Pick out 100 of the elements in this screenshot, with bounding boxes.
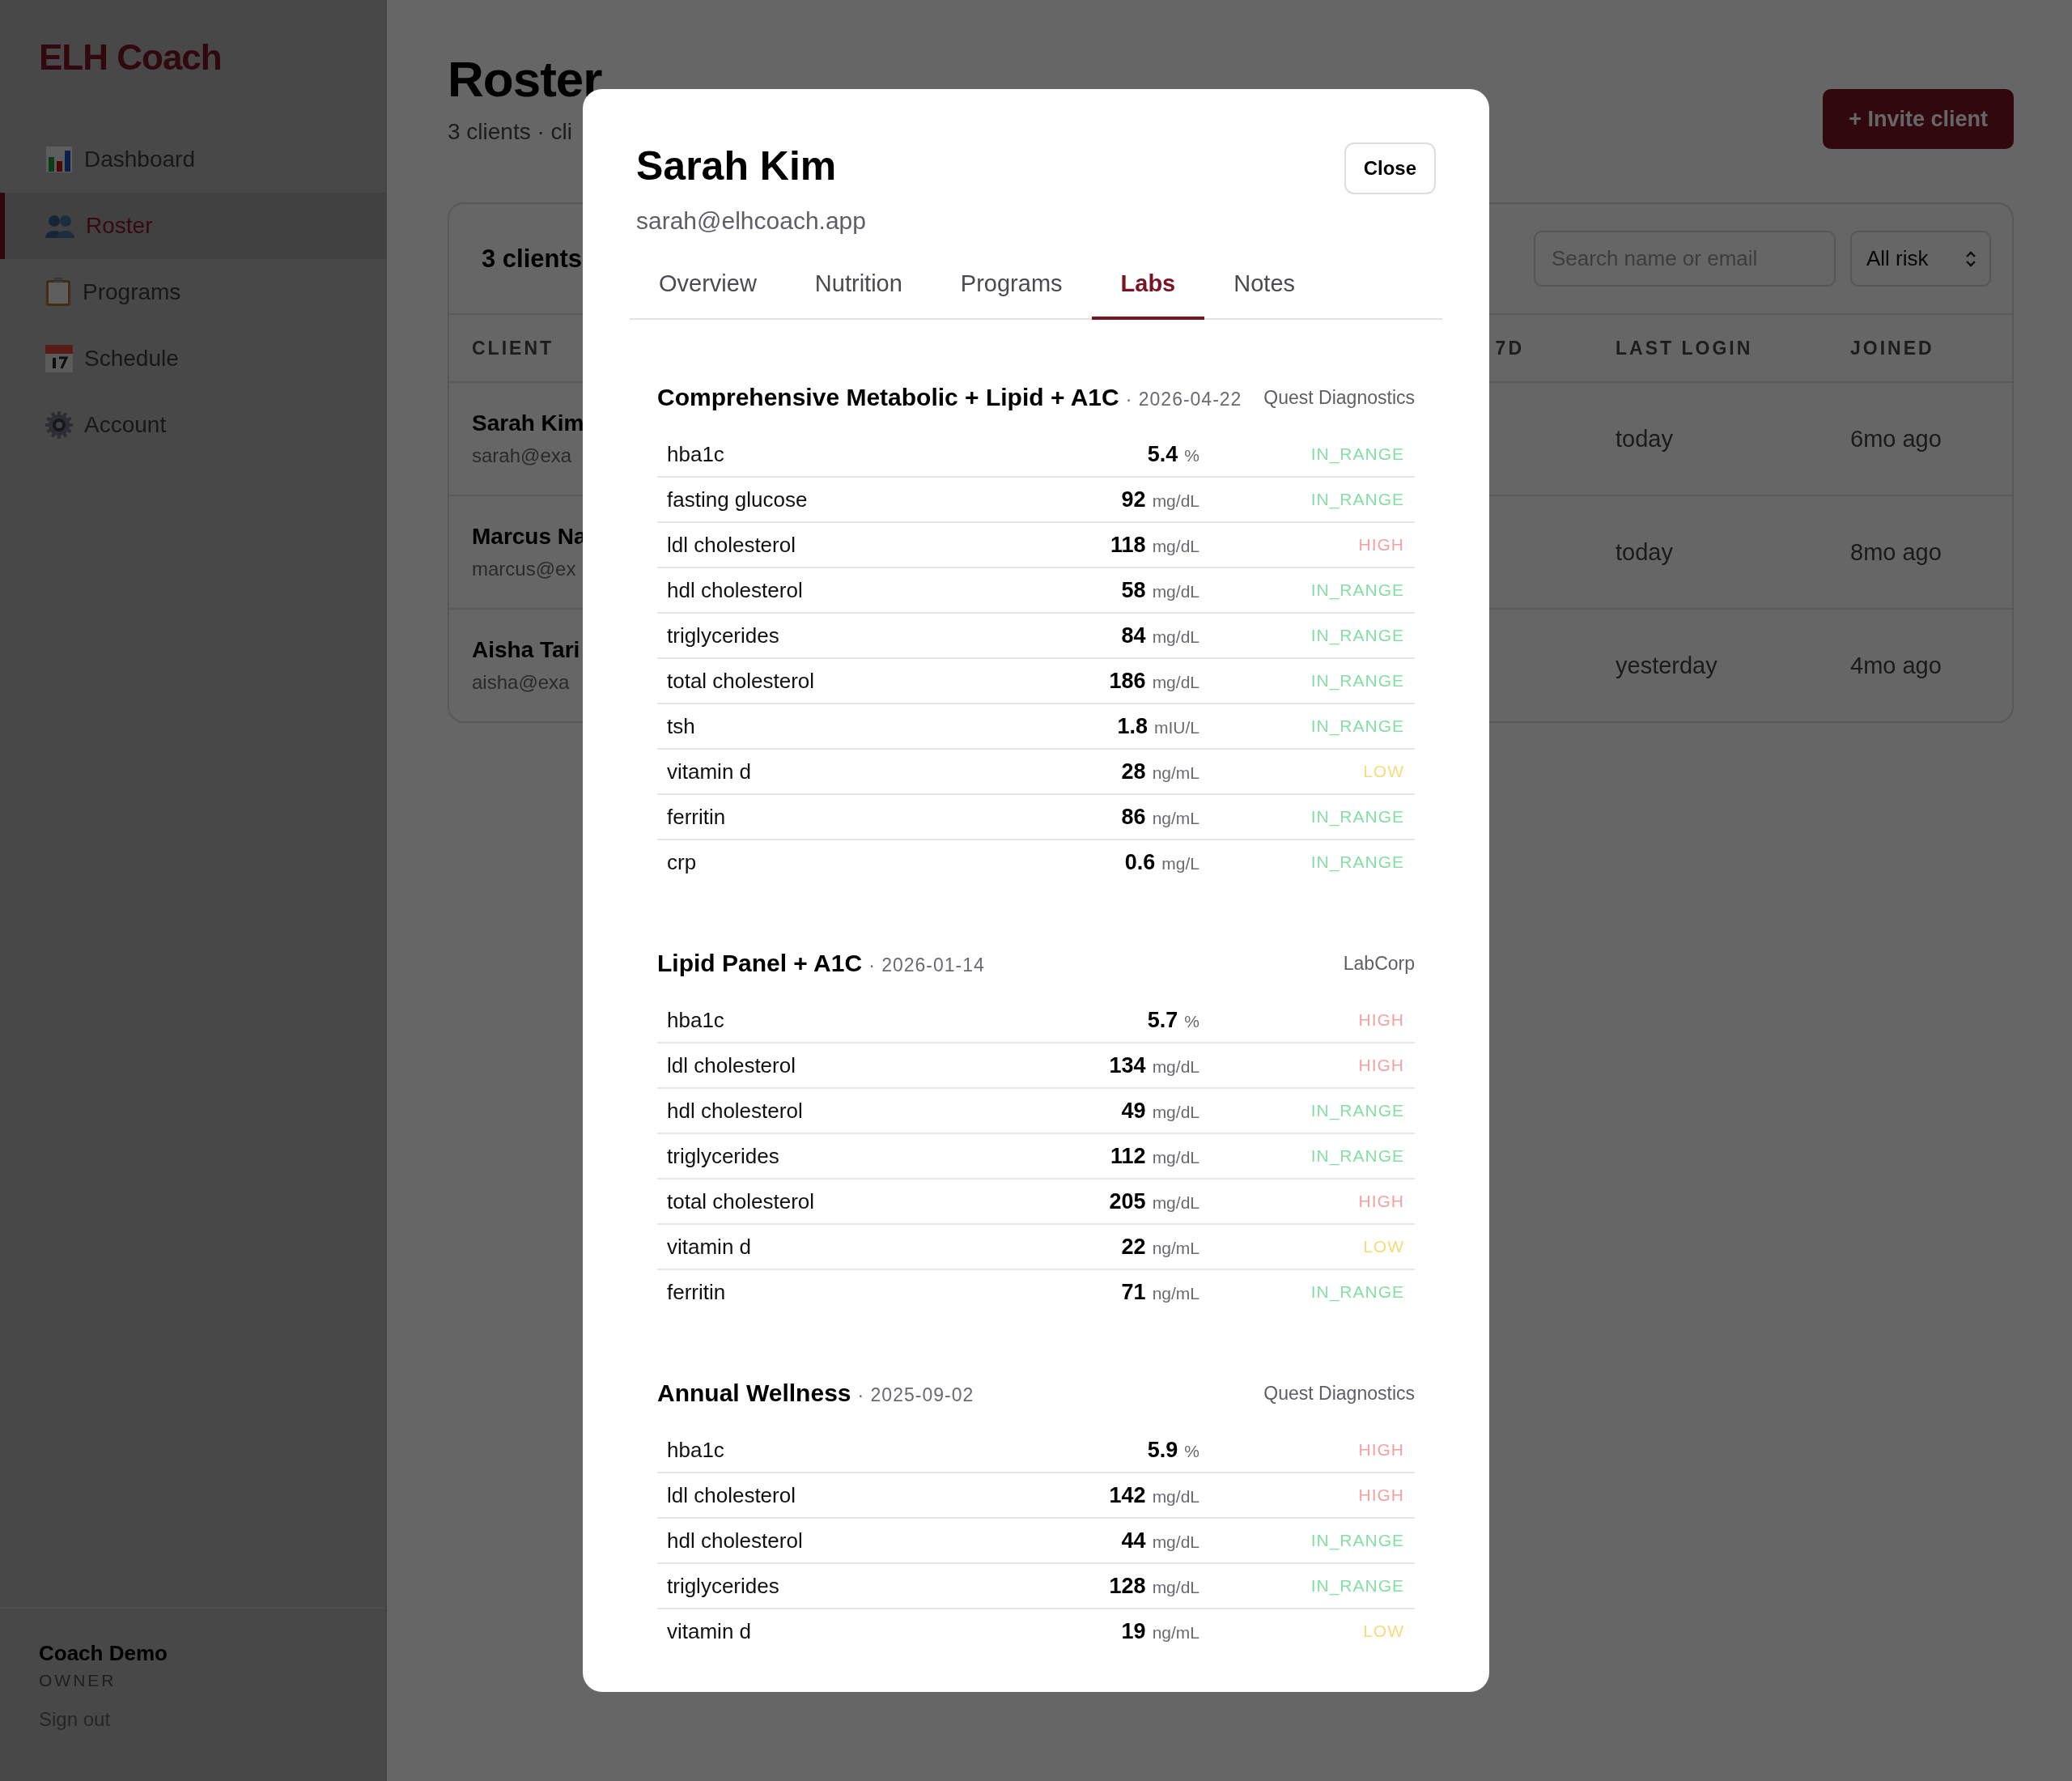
client-email: aisha@exa [472,671,570,694]
result-value: 118 [1110,532,1146,558]
result-name: ferritin [667,1279,726,1305]
result-value: 205 [1109,1188,1146,1214]
result-unit: % [1184,1441,1199,1461]
joined-cell-text: 6mo ago [1850,424,1942,453]
result-name: ldl cholesterol [667,1052,796,1078]
result-value: 19 [1121,1618,1146,1644]
client-name-heading: Sarah Kim [636,142,837,189]
result-unit: mg/dL [1152,672,1199,692]
last-login-cell-text: yesterday [1616,651,1717,680]
client-email: sarah@exa [472,444,572,467]
result-status: IN_RANGE [1310,626,1405,645]
result-name: fasting glucose [667,487,808,512]
joined-cell-text: 4mo ago [1850,651,1942,680]
tab[interactable]: Notes [1204,253,1324,320]
client-email: marcus@ex [472,558,576,580]
result-unit: mg/dL [1152,1102,1199,1122]
lab-provider: Quest Diagnostics [1263,1382,1415,1405]
result-unit: mg/dL [1152,1147,1199,1167]
page-subtitle: 3 clients · cli [448,119,574,145]
result-name: tsh [667,713,695,739]
result-name: total cholesterol [667,668,815,694]
result-name: crp [667,849,697,875]
result-name: ferritin [667,804,726,830]
result-value: 128 [1109,1573,1146,1599]
lab-provider: Quest Diagnostics [1263,386,1415,410]
result-unit: mg/L [1161,853,1199,873]
result-name: hba1c [667,1007,724,1033]
result-status: HIGH [1357,1440,1405,1460]
lab-panel-title: Comprehensive Metabolic + Lipid + A1C [657,384,1119,410]
result-unit: ng/mL [1152,763,1199,783]
result-unit: mg/dL [1152,627,1199,647]
user-name: Coach Demo [39,1641,168,1666]
clipboard-icon [45,278,71,307]
risk-filter-select[interactable]: All risk [1850,231,1991,287]
people-icon [45,214,74,238]
column-header: LAST LOGIN [1616,336,1753,360]
result-name: triglycerides [667,1143,779,1169]
result-name: hba1c [667,1437,724,1463]
result-name: ldl cholesterol [667,1482,796,1508]
result-status: LOW [1362,1237,1405,1256]
result-value: 86 [1121,804,1146,830]
result-name: triglycerides [667,623,779,648]
result-name: triglycerides [667,1573,779,1599]
result-unit: ng/mL [1152,1238,1199,1258]
bar-chart-icon [45,146,73,173]
result-unit: mg/dL [1152,536,1199,556]
result-value: 71 [1121,1279,1146,1305]
result-unit: % [1184,445,1199,465]
joined-cell-text: 8mo ago [1850,538,1942,567]
result-status: IN_RANGE [1310,444,1405,464]
gear-icon [45,411,73,439]
result-unit: mg/dL [1152,1486,1199,1507]
result-value: 49 [1121,1098,1146,1124]
result-unit: mg/dL [1152,491,1199,511]
column-header: JOINED [1850,336,1934,360]
page-title: Roster [448,50,602,108]
result-value: 5.7 [1147,1007,1178,1033]
client-count: 3 clients [482,244,583,274]
result-value: 44 [1121,1528,1146,1554]
result-name: total cholesterol [667,1188,815,1214]
lab-panel-title: Lipid Panel + A1C [657,950,863,976]
result-value: 134 [1109,1052,1146,1078]
last-login-cell-text: today [1616,424,1673,453]
result-unit: ng/mL [1152,808,1199,828]
result-name: hdl cholesterol [667,1098,803,1124]
result-value: 5.9 [1147,1437,1178,1463]
result-unit: ng/mL [1152,1622,1199,1643]
result-status: HIGH [1357,1486,1405,1505]
result-status: HIGH [1357,1056,1405,1075]
result-status: IN_RANGE [1310,1531,1405,1550]
invite-client-button[interactable]: + Invite client [1823,89,2014,149]
result-name: vitamin d [667,1234,752,1260]
column-header: CLIENT [472,336,554,360]
result-status: LOW [1362,762,1405,781]
close-button[interactable]: Close [1344,142,1436,194]
result-unit: ng/mL [1152,1283,1199,1303]
result-value: 84 [1121,623,1146,648]
result-value: 112 [1110,1143,1146,1169]
result-unit: mg/dL [1152,1532,1199,1552]
brand-logo: ELH Coach [38,36,223,78]
result-value: 142 [1109,1482,1146,1508]
result-value: 28 [1121,759,1146,784]
lab-date: · 2026-01-14 [868,954,985,976]
result-unit: mg/dL [1152,1577,1199,1597]
result-value: 186 [1109,668,1146,694]
tab[interactable]: Labs [1091,253,1205,320]
result-name: vitamin d [667,1618,752,1644]
chevron-up-down-icon [1965,249,1976,268]
client-email-text: sarah@elhcoach.app [635,207,867,235]
result-status: IN_RANGE [1310,580,1405,600]
tab[interactable]: Programs [931,253,1092,320]
tab[interactable]: Overview [630,253,786,320]
result-unit: mg/dL [1152,1192,1199,1213]
lab-provider: LabCorp [1343,952,1415,976]
result-unit: mg/dL [1152,1056,1199,1077]
result-status: LOW [1362,1622,1405,1641]
tab[interactable]: Nutrition [785,253,932,320]
result-status: IN_RANGE [1310,1101,1405,1120]
